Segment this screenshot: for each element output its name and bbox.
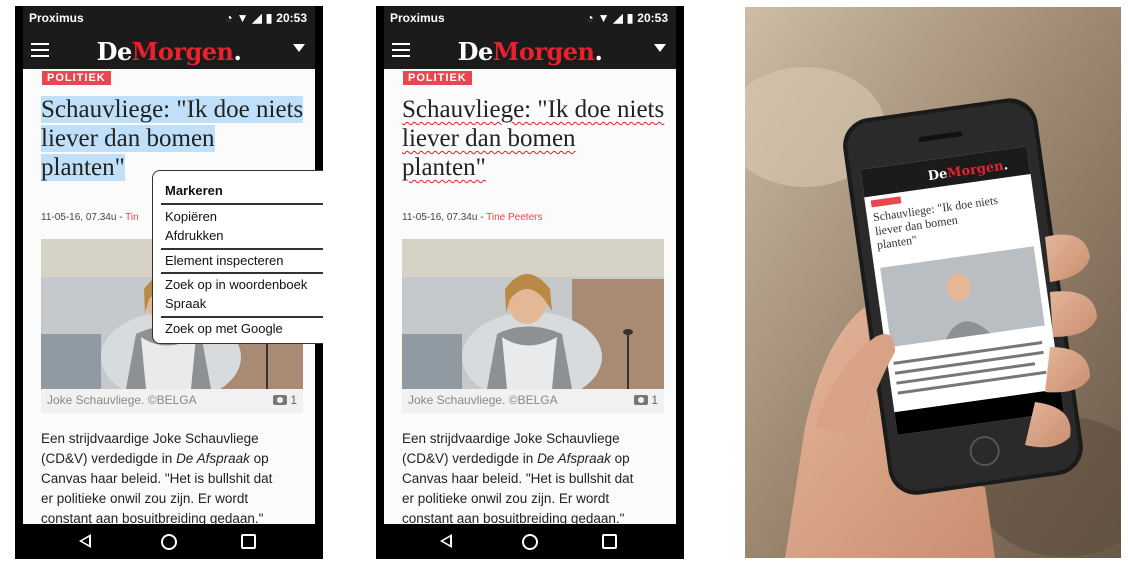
logo-morgen: Morgen: [131, 37, 234, 66]
back-icon[interactable]: [79, 534, 91, 548]
headline-line: liever dan bomen: [402, 125, 576, 152]
logo[interactable]: DeMorgen.: [23, 37, 315, 66]
menu-item-kopieren[interactable]: Kopiëren: [165, 209, 217, 224]
article: POLITIEK Schauvliege: "Ik doe niets liev…: [384, 69, 676, 524]
menu-divider: [161, 248, 323, 250]
headline-line: planten": [402, 154, 486, 181]
photo-count[interactable]: 1: [273, 393, 297, 407]
logo[interactable]: DeMorgen.: [384, 37, 676, 66]
home-icon[interactable]: [161, 534, 177, 550]
menu-item-markeren[interactable]: Markeren: [165, 183, 223, 198]
article-body: Een strijdvaardige Joke Schauvliege (CD&…: [402, 429, 668, 524]
status-icons: ◔ ▼ ◢ ▮ 20:53: [582, 11, 668, 25]
headline-line: Schauvliege: "Ik doe niets: [41, 96, 304, 123]
android-nav-bar: [384, 524, 676, 559]
photo-caption-bar: Joke Schauvliege. ©BELGA 1: [402, 389, 664, 413]
logo-morgen: Morgen: [492, 37, 595, 66]
category-badge[interactable]: POLITIEK: [42, 71, 111, 85]
article-body: Een strijdvaardige Joke Schauvliege (CD&…: [41, 429, 307, 524]
menu-item-google[interactable]: Zoek op met Google: [165, 321, 283, 336]
vibrate-icon: ◔: [586, 11, 594, 25]
article-date: 11-05-16, 07.34u: [402, 212, 478, 223]
wifi-icon: ▼: [597, 11, 610, 25]
home-icon[interactable]: [522, 534, 538, 550]
menu-item-woordenboek[interactable]: Zoek op in woordenboek: [165, 277, 307, 292]
logo-dot: .: [233, 37, 242, 66]
photo-caption-bar: Joke Schauvliege. ©BELGA 1: [41, 389, 303, 413]
body-line: er politieke onwil zou zijn. Er wordt: [402, 491, 610, 506]
body-italic: De Afspraak: [176, 451, 250, 466]
status-icons: ◔ ▼ ◢ ▮ 20:53: [221, 11, 307, 25]
status-bar: Proximus ◔ ▼ ◢ ▮ 20:53: [384, 6, 676, 32]
menu-item-afdrukken[interactable]: Afdrukken: [165, 228, 224, 243]
body-line: Een strijdvaardige Joke Schauvliege: [402, 431, 620, 446]
signal-icon: ◢: [252, 11, 262, 25]
body-line: op: [610, 451, 630, 466]
caret-down-icon[interactable]: [293, 44, 305, 52]
menu-divider: [161, 203, 323, 205]
body-line: (CD&V) verdedigde in: [402, 451, 538, 466]
headline-line: Schauvliege: "Ik doe niets: [402, 96, 665, 123]
carrier-name: Proximus: [29, 11, 84, 25]
body-line: er politieke onwil zou zijn. Er wordt: [41, 491, 249, 506]
author-link[interactable]: Tine Peeters: [486, 212, 542, 223]
recents-icon[interactable]: [241, 534, 256, 549]
photo-caption: Joke Schauvliege. ©BELGA: [47, 393, 197, 407]
category-badge[interactable]: POLITIEK: [403, 71, 472, 85]
context-menu: Markeren Kopiëren Afdrukken Element insp…: [152, 170, 323, 344]
status-bar: Proximus ◔ ▼ ◢ ▮ 20:53: [23, 6, 315, 32]
hand-holding-phone-photo: DeMorgen. Schauvliege: "Ik doe niets lie…: [745, 7, 1121, 558]
body-line: constant aan bosuitbreiding gedaan.": [402, 511, 625, 524]
article-meta: 11-05-16, 07.34u - Tin: [41, 212, 139, 223]
signal-icon: ◢: [613, 11, 623, 25]
author-link[interactable]: Tin: [125, 212, 139, 223]
clock: 20:53: [637, 11, 668, 25]
article-photo[interactable]: [402, 239, 664, 389]
headline-line: planten": [41, 154, 125, 181]
logo-de: De: [96, 37, 133, 66]
body-line: (CD&V) verdedigde in: [41, 451, 177, 466]
menu-divider: [161, 272, 323, 274]
camera-icon: [634, 395, 649, 405]
headline-spellcheck[interactable]: Schauvliege: "Ik doe niets liever dan bo…: [402, 95, 668, 182]
body-line: op: [249, 451, 269, 466]
vibrate-icon: ◔: [225, 11, 233, 25]
phone-screenshot-spellcheck: Proximus ◔ ▼ ◢ ▮ 20:53 DeMorgen. POLITIEK Sc…: [376, 6, 684, 559]
photo-caption: Joke Schauvliege. ©BELGA: [408, 393, 558, 407]
logo-de: De: [457, 37, 494, 66]
article-date: 11-05-16, 07.34u: [41, 212, 117, 223]
body-line: Canvas haar beleid. "Het is bullshit dat: [41, 471, 273, 486]
photo-count[interactable]: 1: [634, 393, 658, 407]
caret-down-icon[interactable]: [654, 44, 666, 52]
camera-icon: [273, 395, 288, 405]
menu-item-spraak[interactable]: Spraak: [165, 296, 206, 311]
back-icon[interactable]: [440, 534, 452, 548]
recents-icon[interactable]: [602, 534, 617, 549]
photo-art: [402, 239, 664, 389]
menu-divider: [161, 316, 323, 318]
logo-dot: .: [594, 37, 603, 66]
clock: 20:53: [276, 11, 307, 25]
menu-item-element-inspecteren[interactable]: Element inspecteren: [165, 253, 284, 268]
body-line: Canvas haar beleid. "Het is bullshit dat: [402, 471, 634, 486]
app-bar: DeMorgen.: [23, 32, 315, 69]
article-meta: 11-05-16, 07.34u - Tine Peeters: [402, 212, 543, 223]
headline-selected[interactable]: Schauvliege: "Ik doe niets liever dan bo…: [41, 95, 307, 182]
phone-screen: Proximus ◔ ▼ ◢ ▮ 20:53 DeMorgen. POLITIEK Sc…: [384, 6, 676, 559]
phone-screenshot-selection: Proximus ◔ ▼ ◢ ▮ 20:53 DeMorgen. POLITIEK Sc…: [15, 6, 323, 559]
battery-icon: ▮: [626, 11, 634, 25]
android-nav-bar: [23, 524, 315, 559]
photo-scene: DeMorgen. Schauvliege: "Ik doe niets lie…: [745, 7, 1121, 558]
app-bar: DeMorgen.: [384, 32, 676, 69]
battery-icon: ▮: [265, 11, 273, 25]
body-line: Een strijdvaardige Joke Schauvliege: [41, 431, 259, 446]
carrier-name: Proximus: [390, 11, 445, 25]
body-line: constant aan bosuitbreiding gedaan.": [41, 511, 264, 524]
body-italic: De Afspraak: [537, 451, 611, 466]
wifi-icon: ▼: [236, 11, 249, 25]
headline-line: liever dan bomen: [41, 125, 215, 152]
